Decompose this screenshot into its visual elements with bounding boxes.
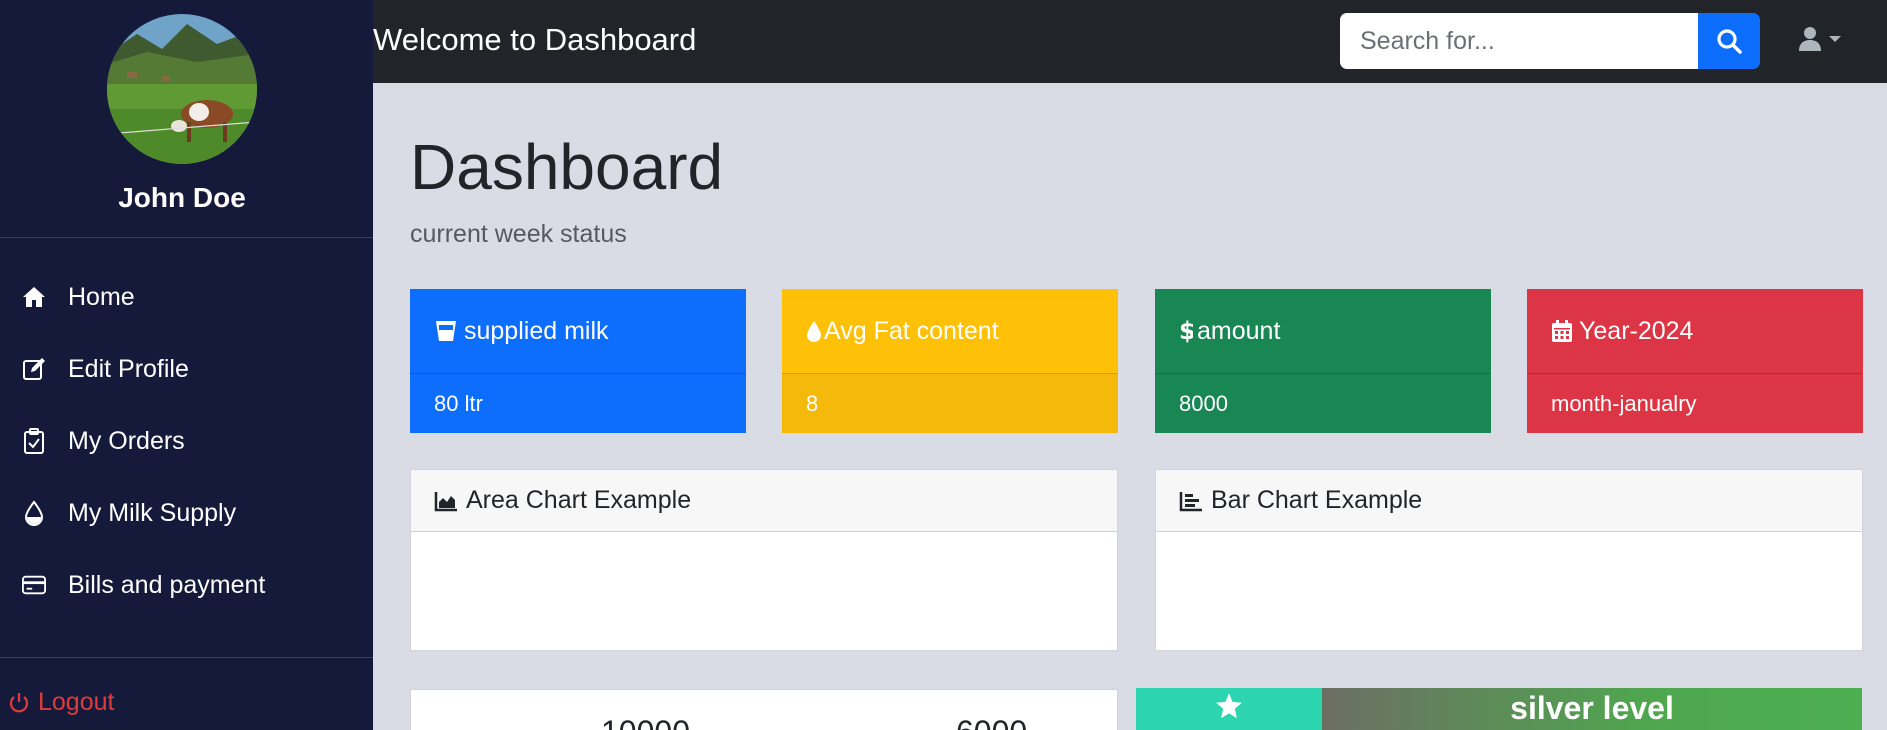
stats-card: 10000 6000 [410,689,1118,730]
home-icon [22,285,46,309]
user-icon [1798,26,1822,52]
milk-cup-icon [434,319,458,343]
sidebar-item-label: Home [68,282,135,311]
sidebar-divider [0,657,373,658]
area-chart-panel: Area Chart Example [410,469,1118,651]
card-value: 80 ltr [434,390,483,416]
clipboard-icon [22,428,46,454]
page-subtitle: current week status [410,220,627,248]
user-name: John Doe [118,182,246,213]
area-chart-icon [434,490,458,512]
sidebar-item-label: Edit Profile [68,354,189,383]
chevron-down-icon [1828,35,1842,43]
bar-chart-icon [1179,490,1203,512]
sidebar-divider [0,237,373,238]
sidebar-item-my-milk-supply[interactable]: My Milk Supply [0,485,373,541]
logout-label: Logout [38,688,115,716]
card-year[interactable]: Year-2024 month-janualry [1527,289,1863,433]
card-title: Avg Fat content [824,316,999,345]
sidebar-item-my-orders[interactable]: My Orders [0,413,373,469]
panel-title: Bar Chart Example [1211,486,1423,514]
avatar [107,14,257,164]
level-banner: silver level [1136,688,1862,730]
card-supplied-milk[interactable]: supplied milk 80 ltr [410,289,746,433]
card-header: $ amount [1155,289,1491,374]
calendar-icon [1551,319,1573,343]
svg-text:$: $ [1179,318,1193,344]
sidebar-item-bills-and-payment[interactable]: Bills and payment [0,557,373,613]
sidebar-item-label: My Milk Supply [68,498,237,527]
card-header: Year-2024 [1527,289,1863,374]
card-value: 8000 [1179,390,1228,416]
card-amount[interactable]: $ amount 8000 [1155,289,1491,433]
credit-card-icon [22,573,46,597]
stat-value: 6000 [956,714,1027,730]
drop-icon [806,319,822,343]
topbar: Welcome to Dashboard [373,0,1887,83]
card-header: supplied milk [410,289,746,374]
card-avg-fat-content[interactable]: Avg Fat content 8 [782,289,1118,433]
panel-header: Area Chart Example [411,470,1117,532]
sidebar: John Doe Home Edit Profile My Orders My … [0,0,373,730]
dollar-icon: $ [1179,318,1193,344]
sidebar-item-label: Bills and payment [68,570,266,599]
sidebar-item-label: My Orders [68,426,185,455]
card-header: Avg Fat content [782,289,1118,374]
user-menu-dropdown[interactable] [1798,26,1842,52]
search-input[interactable] [1340,13,1698,69]
card-value: 8 [782,374,1118,433]
panel-header: Bar Chart Example [1156,470,1862,532]
search-icon [1716,28,1742,54]
edit-icon [22,357,46,381]
card-title: supplied milk [464,316,609,345]
level-star-box [1136,688,1322,730]
card-title: amount [1197,316,1281,345]
sidebar-item-home[interactable]: Home [0,269,373,325]
panel-title: Area Chart Example [466,486,692,514]
sidebar-item-edit-profile[interactable]: Edit Profile [0,341,373,397]
card-value: month-janualry [1551,390,1697,416]
stat-value: 10000 [601,714,690,730]
level-label: silver level [1322,688,1862,730]
card-title: Year-2024 [1579,316,1694,345]
welcome-title: Welcome to Dashboard [373,22,697,57]
power-icon [8,692,30,714]
page-title: Dashboard [410,131,724,203]
logout-button[interactable]: Logout [8,688,114,717]
drop-icon [22,500,46,526]
bar-chart-panel: Bar Chart Example [1155,469,1863,651]
search-button[interactable] [1698,13,1760,69]
star-icon [1215,692,1243,730]
